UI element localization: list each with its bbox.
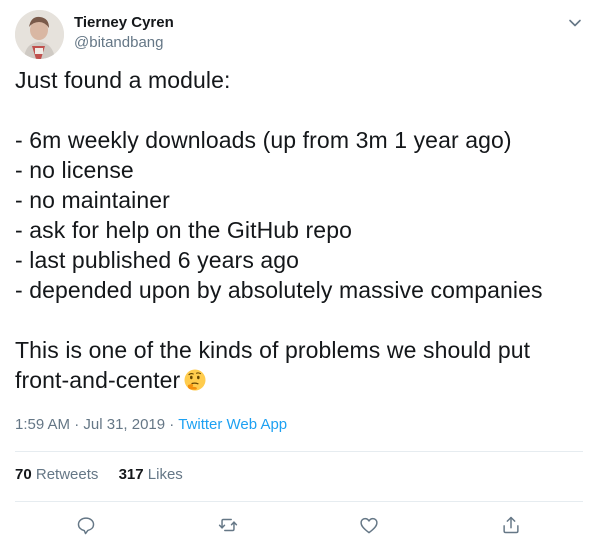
meta-separator: · <box>169 416 175 433</box>
tweet-source-link[interactable]: Twitter Web App <box>178 416 287 433</box>
chevron-down-icon[interactable] <box>566 14 584 32</box>
tweet-line: - no maintainer <box>15 187 170 213</box>
tweet-actions <box>0 514 598 540</box>
tweet-stats: 70 Retweets 317 Likes <box>15 465 199 485</box>
share-icon[interactable] <box>500 514 522 536</box>
like-icon[interactable] <box>358 514 380 536</box>
tweet-line: - depended upon by absolutely massive co… <box>15 277 543 303</box>
likes-label: Likes <box>147 466 183 483</box>
tweet-time[interactable]: 1:59 AM <box>15 416 70 433</box>
tweet-line: This is one of the kinds of problems we … <box>15 337 531 363</box>
tweet-date[interactable]: Jul 31, 2019 <box>83 416 165 433</box>
tweet-last-line: front-and-center <box>15 365 585 395</box>
tweet-line: - last published 6 years ago <box>15 247 300 273</box>
tweet-line: - ask for help on the GitHub repo <box>15 217 352 243</box>
tweet: Tierney Cyren @bitandbang Just found a m… <box>0 0 598 550</box>
divider <box>15 501 583 502</box>
reply-icon[interactable] <box>75 514 97 536</box>
tweet-line: - no license <box>15 157 134 183</box>
tweet-text: Just found a module: - 6m weekly downloa… <box>15 65 585 395</box>
likes-count: 317 <box>118 466 144 483</box>
tweet-line: Just found a module: <box>15 67 231 93</box>
tweet-line: front-and-center <box>15 367 181 393</box>
author-block: Tierney Cyren @bitandbang <box>74 13 174 52</box>
likes-stat[interactable]: 317 Likes <box>119 466 183 483</box>
retweets-count: 70 <box>15 466 32 483</box>
retweets-label: Retweets <box>35 466 99 483</box>
divider <box>15 451 583 452</box>
thinking-face-icon <box>183 368 207 392</box>
author-display-name[interactable]: Tierney Cyren <box>74 13 174 33</box>
tweet-meta: 1:59 AM · Jul 31, 2019 · Twitter Web App <box>15 415 287 435</box>
avatar[interactable] <box>15 10 64 59</box>
tweet-line: - 6m weekly downloads (up from 3m 1 year… <box>15 127 512 153</box>
retweet-icon[interactable] <box>217 514 239 536</box>
author-handle[interactable]: @bitandbang <box>74 33 174 52</box>
meta-separator: · <box>74 416 80 433</box>
retweets-stat[interactable]: 70 Retweets <box>15 466 98 483</box>
